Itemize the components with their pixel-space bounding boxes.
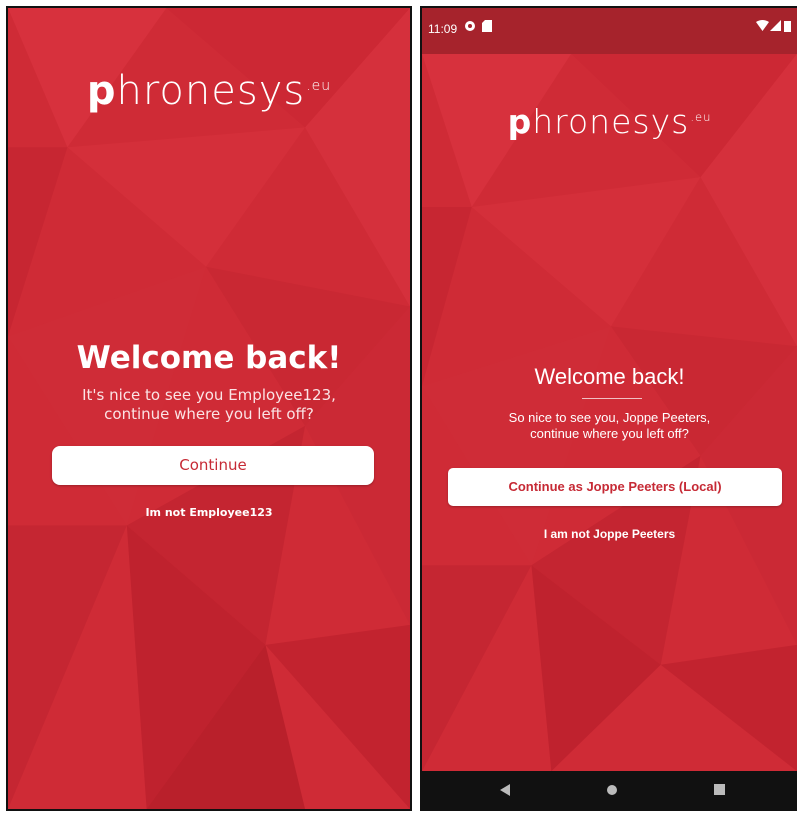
phronesys-logo: phronesys.eu <box>86 68 332 114</box>
not-user-link[interactable]: Im not Employee123 <box>8 506 410 519</box>
wifi-icon <box>756 20 769 34</box>
battery-icon <box>784 20 791 35</box>
continue-button[interactable]: Continue <box>52 446 374 485</box>
recents-icon[interactable] <box>714 784 725 797</box>
welcome-subtitle: So nice to see you, Joppe Peeters, conti… <box>508 410 711 442</box>
welcome-subtitle: It's nice to see you Employee123, contin… <box>82 386 336 423</box>
sd-card-icon <box>482 20 492 35</box>
back-icon[interactable] <box>500 784 510 798</box>
not-user-link[interactable]: I am not Joppe Peeters <box>422 527 797 541</box>
home-icon[interactable] <box>606 784 618 798</box>
title-divider <box>582 398 642 399</box>
welcome-title: Welcome back! <box>534 364 685 389</box>
phronesys-logo: phronesys.eu <box>507 102 712 141</box>
status-time: 11:09 <box>428 22 458 36</box>
welcome-title: Welcome back! <box>76 340 342 376</box>
navigation-bar <box>422 771 797 809</box>
status-bar: 11:09 <box>422 8 797 54</box>
left-screen: phronesys.eu Welcome back! It's nice to … <box>6 6 412 811</box>
right-screen: 11:09 phronesys.eu Welcome back! So nice… <box>420 6 797 811</box>
continue-as-user-button[interactable]: Continue as Joppe Peeters (Local) <box>448 468 782 506</box>
signal-icon <box>770 20 781 34</box>
notification-icon <box>464 20 476 35</box>
